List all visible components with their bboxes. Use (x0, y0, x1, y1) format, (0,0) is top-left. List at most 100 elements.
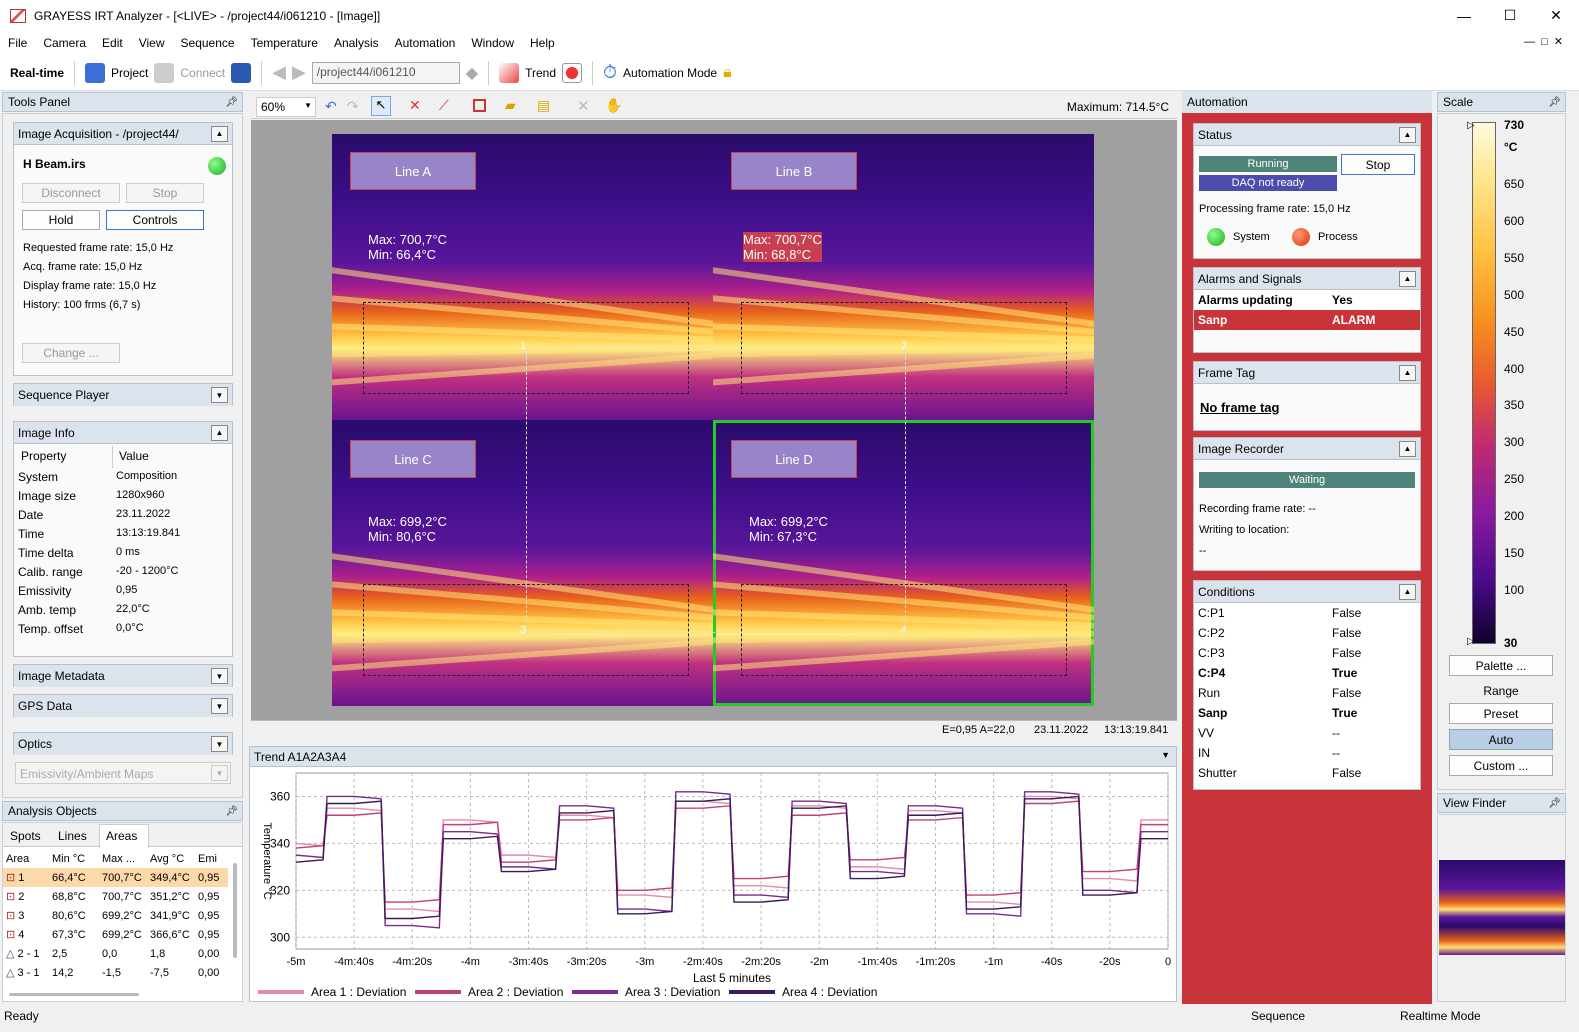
line-label[interactable]: Line A (350, 152, 476, 190)
menu-sequence[interactable]: Sequence (173, 36, 243, 50)
hold-button[interactable]: Hold (22, 210, 100, 230)
tab-spots[interactable]: Spots (10, 829, 41, 843)
expand-icon[interactable]: ▼ (211, 387, 228, 403)
custom-button[interactable]: Custom ... (1449, 755, 1553, 776)
auto-button[interactable]: Auto (1449, 729, 1553, 750)
palette-button[interactable]: Palette ... (1449, 655, 1553, 676)
gps-data-group[interactable]: GPS Data ▼ (13, 694, 233, 717)
collapse-icon[interactable]: ▲ (211, 125, 228, 142)
trend-button[interactable]: Trend (525, 66, 556, 80)
scale-top-marker-icon[interactable]: ▷ (1467, 120, 1475, 131)
forward-arrow-icon[interactable]: ▶ (292, 62, 306, 83)
mdi-controls[interactable]: —□✕ (1524, 35, 1569, 48)
menu-automation[interactable]: Automation (387, 36, 464, 50)
menu-view[interactable]: View (131, 36, 173, 50)
undo-icon[interactable]: ↶ (325, 98, 337, 115)
connect-button[interactable]: Connect (180, 66, 225, 80)
expand-icon[interactable]: ▼ (211, 736, 228, 752)
menu-camera[interactable]: Camera (35, 36, 94, 50)
emissivity-maps-dropdown[interactable]: Emissivity/Ambient Maps ▼ (15, 762, 231, 784)
pin-icon[interactable]: 📌︎ (225, 806, 238, 817)
automation-mode-button[interactable]: Automation Mode (623, 66, 717, 80)
collapse-icon[interactable]: ▲ (1399, 126, 1416, 143)
chevron-down-icon[interactable]: ▼ (1161, 750, 1170, 760)
stop-button[interactable]: Stop (126, 183, 204, 203)
record-icon[interactable] (562, 62, 582, 83)
pointer-icon[interactable]: ↖ (371, 96, 391, 116)
title-bar: GRAYESS IRT Analyzer - [<LIVE> - /projec… (0, 0, 1579, 31)
menu-window[interactable]: Window (463, 36, 522, 50)
menu-help[interactable]: Help (522, 36, 563, 50)
color-scale-bar[interactable] (1472, 122, 1496, 644)
hand-icon[interactable]: ✋ (605, 97, 622, 114)
table-row[interactable]: △ 3 - 1 14,2 -1,5 -7,5 0,00 (3, 963, 228, 982)
menu-analysis[interactable]: Analysis (326, 36, 387, 50)
thermal-image[interactable]: Line A Max: 700,7°C Min: 66,4°C 1 Line B Max:… (332, 134, 1094, 706)
column-header[interactable]: Area (3, 849, 49, 868)
ruler-icon[interactable]: ▰ (505, 97, 516, 114)
vertical-scrollbar[interactable] (233, 863, 237, 958)
disconnect-button[interactable]: Disconnect (22, 183, 120, 203)
area-tool-icon[interactable] (473, 99, 486, 112)
maximize-button[interactable]: ☐ (1487, 0, 1533, 31)
expand-icon[interactable]: ▼ (211, 698, 228, 714)
save-icon[interactable] (231, 62, 252, 83)
pin-icon[interactable]: 📌︎ (1548, 798, 1561, 809)
table-cell: 700,7°C (102, 890, 142, 903)
table-row[interactable]: ⊡ 3 80,6°C 699,2°C 341,9°C 0,95 (3, 906, 228, 925)
project-icon[interactable] (85, 62, 106, 83)
delete-icon[interactable]: ✕ (577, 97, 590, 115)
scale-bottom-marker-icon[interactable]: ▷ (1467, 636, 1475, 647)
table-row[interactable]: ⊡ 1 66,4°C 700,7°C 349,4°C 0,95 (3, 868, 228, 887)
automation-stop-button[interactable]: Stop (1341, 154, 1415, 175)
line-label[interactable]: Line B (731, 152, 857, 190)
menu-file[interactable]: File (0, 36, 35, 50)
preset-button[interactable]: Preset (1449, 703, 1553, 724)
lock-icon[interactable]: 🔒︎ (723, 64, 732, 82)
redo-icon[interactable]: ↷ (347, 98, 359, 115)
tab-lines[interactable]: Lines (58, 829, 87, 843)
sequence-player-group[interactable]: Sequence Player ▼ (13, 383, 233, 406)
spot-icon[interactable]: ✕ (409, 97, 421, 114)
line-tool-icon[interactable]: ⟋ (439, 97, 449, 114)
zoom-value: 60% (261, 100, 286, 114)
collapse-icon[interactable]: ▲ (1399, 583, 1416, 600)
collapse-icon[interactable]: ▲ (1399, 440, 1416, 457)
close-button[interactable]: ✕ (1533, 0, 1579, 31)
pin-icon[interactable]: 📌︎ (225, 97, 238, 108)
difference-icon: △ (6, 967, 18, 979)
optics-group[interactable]: Optics ▼ (13, 732, 233, 755)
table-cell: 0,95 (198, 909, 220, 922)
table-row[interactable]: ⊡ 4 67,3°C 699,2°C 366,6°C 0,95 (3, 925, 228, 944)
trend-chart[interactable]: 300320340360-5m -4m:40s -4m:20s -4m -3m:40s -… (250, 767, 1176, 1001)
tab-areas[interactable]: Areas (99, 824, 149, 848)
project-button[interactable]: Project (111, 66, 148, 80)
stopwatch-icon[interactable]: ⏱ (603, 62, 617, 83)
horizontal-scrollbar[interactable] (9, 993, 139, 996)
folder-icon[interactable]: ▤ (537, 97, 550, 114)
zoom-select[interactable]: 60% ▼ (256, 97, 316, 117)
menu-temperature[interactable]: Temperature (243, 36, 326, 50)
image-metadata-group[interactable]: Image Metadata ▼ (13, 664, 233, 687)
expand-icon[interactable]: ▼ (211, 668, 228, 684)
back-arrow-icon[interactable]: ◀ (272, 62, 286, 83)
column-header[interactable]: Avg °C (147, 849, 195, 868)
change-button[interactable]: Change ... (22, 343, 120, 363)
collapse-icon[interactable]: ▲ (211, 424, 228, 441)
column-header[interactable]: Max ... (99, 849, 147, 868)
line-label[interactable]: Line C (350, 440, 476, 478)
view-finder-thumbnail[interactable] (1439, 860, 1565, 955)
pin-icon[interactable]: 📌︎ (1548, 97, 1561, 108)
diamond-icon[interactable]: ◆ (466, 63, 478, 83)
table-row[interactable]: ⊡ 2 68,8°C 700,7°C 351,2°C 0,95 (3, 887, 228, 906)
controls-button[interactable]: Controls (106, 210, 204, 230)
table-row[interactable]: △ 2 - 1 2,5 0,0 1,8 0,00 (3, 944, 228, 963)
path-field[interactable]: /project44/i061210 (311, 61, 460, 84)
trend-icon[interactable] (499, 62, 520, 83)
column-header[interactable]: Emi (195, 849, 228, 868)
minimize-button[interactable]: — (1441, 0, 1487, 31)
collapse-icon[interactable]: ▲ (1399, 364, 1416, 381)
menu-edit[interactable]: Edit (94, 36, 131, 50)
collapse-icon[interactable]: ▲ (1399, 270, 1416, 287)
column-header[interactable]: Min °C (49, 849, 99, 868)
